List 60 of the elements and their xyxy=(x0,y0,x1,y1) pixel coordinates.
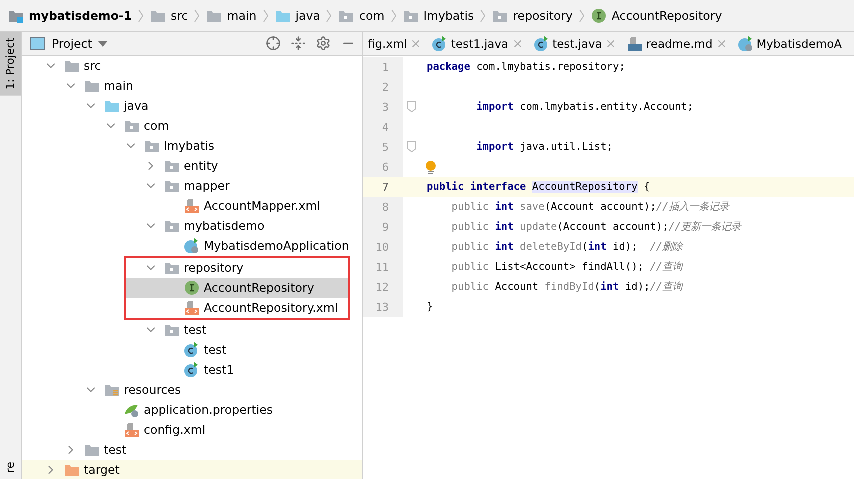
tree-item[interactable]: test1 xyxy=(22,360,362,380)
side-tab[interactable]: re xyxy=(0,456,21,479)
tree-item[interactable]: AccountRepository xyxy=(126,278,348,298)
tree-item[interactable]: main xyxy=(22,76,362,96)
code-line: public List<Account> findAll(); //查询 xyxy=(450,260,683,274)
code-line: public Account findById(int id);//查询 xyxy=(450,280,683,294)
line-number: 3 xyxy=(381,100,389,114)
line-number: 10 xyxy=(374,240,389,254)
editor-tab[interactable]: fig.xml xyxy=(368,36,422,50)
code-line: } xyxy=(427,301,434,313)
tree-item[interactable]: config.xml xyxy=(22,420,362,440)
line-number: 5 xyxy=(381,140,389,154)
tree-item[interactable]: AccountRepository.xml xyxy=(126,298,348,318)
tree-item[interactable]: target xyxy=(22,460,362,479)
line-number: 13 xyxy=(374,300,389,314)
editor-tab[interactable]: test1.java xyxy=(432,36,524,52)
tree-item[interactable]: test xyxy=(22,320,362,340)
tree-item[interactable]: test xyxy=(22,440,362,460)
tree-item[interactable]: resources xyxy=(22,380,362,400)
code-line: public interface AccountRepository { xyxy=(427,181,650,193)
code-line: package com.lmybatis.repository; xyxy=(427,61,626,73)
tree-item[interactable]: com xyxy=(22,116,362,136)
code-line: import com.lmybatis.entity.Account; xyxy=(476,101,694,113)
code-line: import java.util.List; xyxy=(476,141,613,153)
breadcrumb[interactable]: AccountRepository xyxy=(590,8,722,24)
tree-item[interactable]: mybatisdemo xyxy=(22,216,362,236)
editor-tab[interactable]: MybatisdemoA xyxy=(738,36,842,52)
panel-title[interactable]: Project xyxy=(52,36,92,50)
line-number: 4 xyxy=(381,120,389,134)
code-line: public int deleteById(int id); //删除 xyxy=(450,240,683,254)
breadcrumb[interactable]: src xyxy=(150,8,188,24)
tree-item[interactable]: src xyxy=(22,56,362,76)
code-line: public int update(Account account);//更新一条记录 xyxy=(450,220,742,234)
tree-item[interactable]: lmybatis xyxy=(22,136,362,156)
line-number: 8 xyxy=(381,200,389,214)
line-number: 9 xyxy=(381,220,389,234)
breadcrumb[interactable]: mybatisdemo-1 xyxy=(8,8,132,24)
line-number: 7 xyxy=(381,180,389,194)
line-number: 6 xyxy=(381,160,389,174)
breadcrumb[interactable]: lmybatis xyxy=(402,8,474,24)
tree-item[interactable]: test xyxy=(22,340,362,360)
code-line: public int save(Account account);//插入一条记录 xyxy=(450,200,729,214)
breadcrumb[interactable]: main xyxy=(206,8,257,24)
editor-tab[interactable]: readme.md xyxy=(627,36,728,52)
tree-item[interactable]: application.properties xyxy=(22,400,362,420)
breadcrumb[interactable]: java xyxy=(274,8,320,24)
tree-item[interactable]: AccountMapper.xml xyxy=(22,196,362,216)
tree-item[interactable]: entity xyxy=(22,156,362,176)
line-number: 11 xyxy=(374,260,389,274)
side-tab[interactable]: 1: Project xyxy=(0,32,21,96)
line-number: 1 xyxy=(381,60,389,74)
line-number: 12 xyxy=(374,280,389,294)
tree-item[interactable]: MybatisdemoApplication xyxy=(22,236,362,256)
breadcrumb[interactable]: repository xyxy=(492,8,573,24)
breadcrumb[interactable]: com xyxy=(338,8,385,24)
tree-item[interactable]: mapper xyxy=(22,176,362,196)
line-number: 2 xyxy=(381,80,389,94)
tree-item[interactable]: java xyxy=(22,96,362,116)
editor-tab[interactable]: test.java xyxy=(534,36,618,52)
tree-item[interactable]: repository xyxy=(126,258,348,278)
